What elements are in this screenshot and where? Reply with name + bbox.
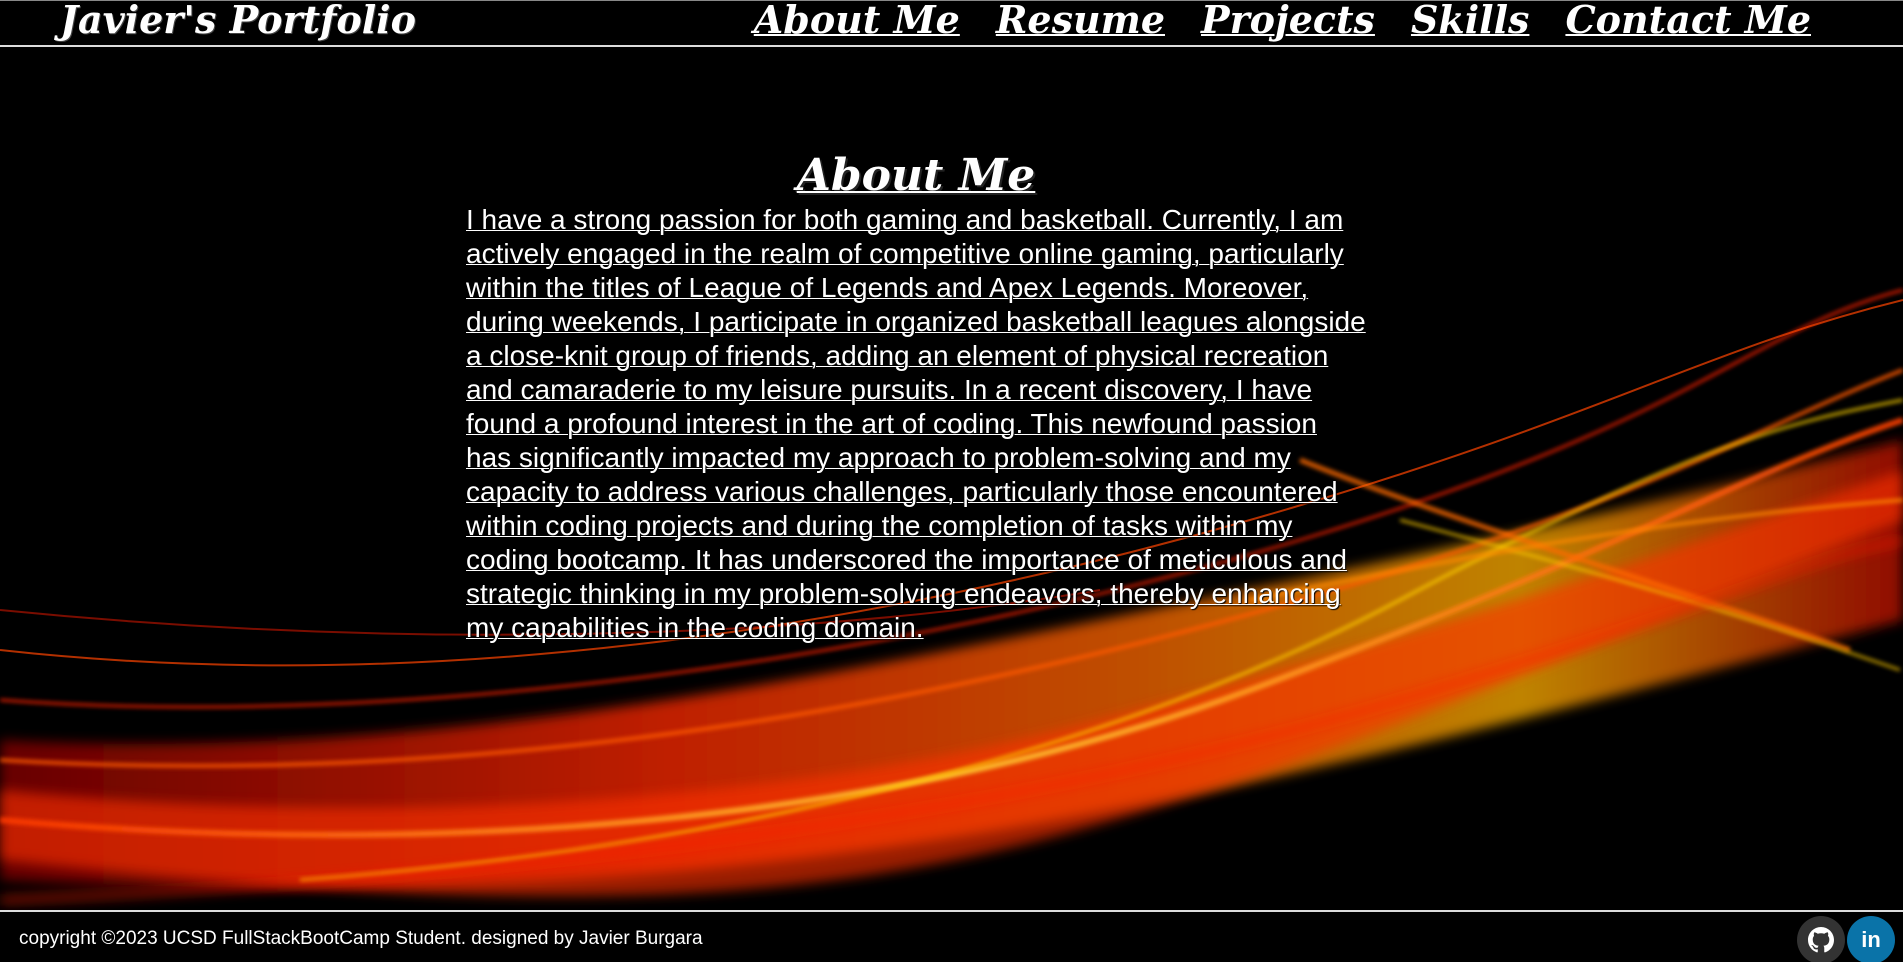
linkedin-icon: in xyxy=(1861,927,1881,952)
nav-projects[interactable]: Projects xyxy=(1201,0,1375,42)
main-nav: About Me Resume Projects Skills Contact … xyxy=(754,0,1811,42)
github-icon xyxy=(1808,927,1834,953)
github-link[interactable] xyxy=(1797,916,1845,962)
about-paragraph: I have a strong passion for both gaming … xyxy=(466,204,1366,643)
about-section: About Me I have a strong passion for bot… xyxy=(466,150,1366,645)
page: Javier's Portfolio About Me Resume Proje… xyxy=(0,0,1903,962)
section-title: About Me xyxy=(796,150,1036,201)
footer: copyright ©2023 UCSD FullStackBootCamp S… xyxy=(0,910,1903,962)
nav-resume[interactable]: Resume xyxy=(996,0,1165,42)
nav-skills[interactable]: Skills xyxy=(1411,0,1529,42)
copyright-text: copyright ©2023 UCSD FullStackBootCamp S… xyxy=(19,928,703,949)
social-links: in xyxy=(1797,916,1895,962)
top-navbar: Javier's Portfolio About Me Resume Proje… xyxy=(0,0,1903,47)
linkedin-link[interactable]: in xyxy=(1847,916,1895,962)
brand-title[interactable]: Javier's Portfolio xyxy=(60,0,416,42)
nav-contact-me[interactable]: Contact Me xyxy=(1565,0,1811,42)
nav-about-me[interactable]: About Me xyxy=(754,0,960,42)
